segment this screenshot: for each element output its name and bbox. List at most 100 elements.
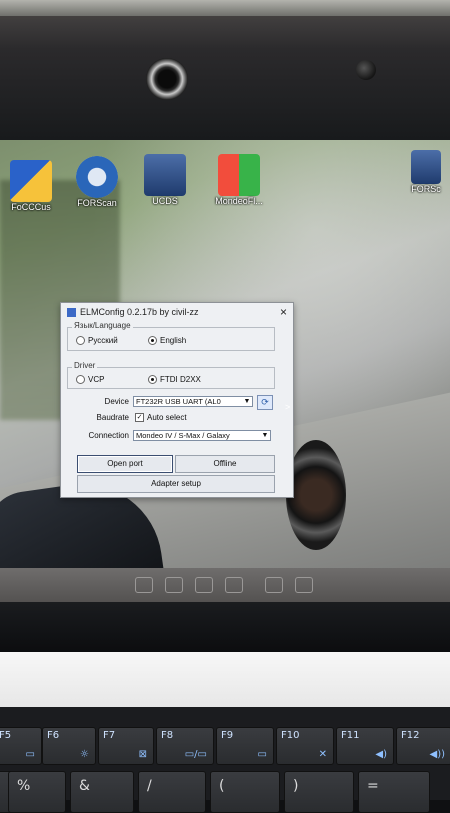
key-label: F8 xyxy=(161,730,174,741)
key-f12[interactable]: F12 ◀)) xyxy=(396,727,450,765)
key-f11[interactable]: F11 ◀) xyxy=(336,727,394,765)
open-port-button[interactable]: Open port xyxy=(77,455,173,473)
key-icon: ▭ xyxy=(257,749,267,760)
radio-ftdi-d2xx[interactable]: FTDI D2XX xyxy=(148,375,201,384)
device-value: FT232R USB UART (AL0 xyxy=(136,397,221,406)
refresh-button[interactable]: ⟳ xyxy=(257,395,273,410)
forscan-icon xyxy=(76,156,118,198)
key-f10[interactable]: F10 ✕ xyxy=(276,727,334,765)
taskbar-app-icon[interactable] xyxy=(265,577,283,593)
taskbar-app-icon[interactable] xyxy=(195,577,213,593)
desktop-icon-forsc[interactable]: FORSc xyxy=(402,150,450,194)
key-label: F7 xyxy=(103,730,116,741)
volume-up-icon: ◀)) xyxy=(429,749,446,760)
close-button[interactable]: × xyxy=(280,305,287,319)
key-close-paren[interactable]: ) xyxy=(284,771,354,813)
chevron-down-icon: ▼ xyxy=(261,432,269,439)
language-group: Язык/Language Русский English xyxy=(67,321,275,351)
auto-select-label: Auto select xyxy=(147,413,187,422)
shield-icon xyxy=(10,160,52,202)
adapter-setup-button[interactable]: Adapter setup xyxy=(77,475,275,493)
key-label: F11 xyxy=(341,730,360,741)
taskbar-app-icon[interactable] xyxy=(165,577,183,593)
window-titlebar[interactable]: ELMConfig 0.2.17b by civil-zz × xyxy=(61,303,293,321)
key-icon: ⊠ xyxy=(138,749,147,760)
key-label: & xyxy=(79,778,90,794)
laptop-bezel xyxy=(0,0,450,140)
key-label: = xyxy=(367,778,379,794)
elmconfig-window: ELMConfig 0.2.17b by civil-zz × Язык/Lan… xyxy=(60,302,294,498)
key-icon: ▭ xyxy=(25,749,35,760)
device-select[interactable]: FT232R USB UART (AL0 ▼ xyxy=(133,396,253,407)
key-f7[interactable]: F7 ⊠ xyxy=(98,727,154,765)
radio-russian[interactable]: Русский xyxy=(76,336,118,345)
camera-sensor xyxy=(356,60,376,80)
keyboard: F5 ▭ F6 ☼ F7 ⊠ F8 ▭/▭ F9 ▭ F10 ✕ F11 ◀) … xyxy=(0,707,450,813)
taskbar-app-icon[interactable] xyxy=(135,577,153,593)
radio-label: FTDI D2XX xyxy=(160,375,201,384)
key-label: ) xyxy=(293,778,299,794)
desktop-icon-label: FORSc xyxy=(411,184,441,194)
key-equals[interactable]: = xyxy=(358,771,430,813)
radio-label: English xyxy=(160,336,187,345)
connection-select[interactable]: Mondeo IV / S-Max / Galaxy ▼ xyxy=(133,430,271,441)
wallpaper-wheel xyxy=(286,440,346,550)
desktop-icon-forscan[interactable]: FORScan xyxy=(62,156,132,208)
connection-label: Connection xyxy=(88,431,129,440)
desktop-icon-label: MondeoFl... xyxy=(215,196,263,206)
key-f9[interactable]: F9 ▭ xyxy=(216,727,274,765)
taskbar-app-icon[interactable] xyxy=(225,577,243,593)
ucds-icon xyxy=(144,154,186,196)
desktop-icon-label: FoCCCus xyxy=(11,202,51,212)
radio-label: Русский xyxy=(88,336,118,345)
desktop-icon-ucds[interactable]: UCDS xyxy=(130,154,200,206)
display-switch-icon: ▭/▭ xyxy=(184,749,207,760)
laptop-hinge xyxy=(0,652,450,707)
forscan-shortcut-icon xyxy=(411,150,441,184)
auto-select-checkbox[interactable]: ✓ Auto select xyxy=(135,413,187,422)
checkbox-check-icon: ✓ xyxy=(135,413,144,422)
key-f5[interactable]: F5 ▭ xyxy=(0,727,42,765)
mute-icon: ✕ xyxy=(318,749,327,760)
refresh-icon: ⟳ xyxy=(261,397,269,407)
key-open-paren[interactable]: ( xyxy=(210,771,280,813)
radio-dot xyxy=(148,375,157,384)
desktop-icon-foccccus[interactable]: FoCCCus xyxy=(0,160,66,212)
connection-value: Mondeo IV / S-Max / Galaxy xyxy=(136,431,230,440)
key-slash[interactable]: / xyxy=(138,771,206,813)
key-f6[interactable]: F6 ☼ xyxy=(42,727,96,765)
key-percent[interactable]: % xyxy=(8,771,66,813)
radio-dot xyxy=(76,375,85,384)
key-label: % xyxy=(17,778,31,794)
key-ampersand[interactable]: & xyxy=(70,771,134,813)
device-label: Device xyxy=(104,397,129,406)
key-label: / xyxy=(147,778,152,794)
app-icon xyxy=(67,307,76,317)
webcam-icon xyxy=(146,58,188,100)
lower-bezel xyxy=(0,602,450,652)
desktop-icon-mondeofl[interactable]: MondeoFl... xyxy=(204,154,274,206)
key-f8[interactable]: F8 ▭/▭ xyxy=(156,727,214,765)
driver-legend: Driver xyxy=(72,361,98,370)
radio-english[interactable]: English xyxy=(148,336,186,345)
key-label: ( xyxy=(219,778,225,794)
window-title: ELMConfig 0.2.17b by civil-zz xyxy=(80,307,199,317)
expand-arrow-icon[interactable]: > xyxy=(285,402,290,412)
key-label: F12 xyxy=(401,730,420,741)
desktop-icon-label: FORScan xyxy=(77,198,117,208)
radio-dot xyxy=(148,336,157,345)
desktop-icon-label: UCDS xyxy=(152,196,178,206)
radio-vcp[interactable]: VCP xyxy=(76,375,104,384)
volume-down-icon: ◀) xyxy=(375,749,387,760)
language-legend: Язык/Language xyxy=(72,321,133,330)
key-label: F5 xyxy=(0,730,12,741)
taskbar-app-icon[interactable] xyxy=(295,577,313,593)
installer-flag-icon xyxy=(218,154,260,196)
driver-group: Driver VCP FTDI D2XX xyxy=(67,361,275,389)
baudrate-label: Baudrate xyxy=(96,413,129,422)
radio-dot xyxy=(76,336,85,345)
brightness-icon: ☼ xyxy=(80,749,89,760)
key-label: F6 xyxy=(47,730,60,741)
radio-label: VCP xyxy=(88,375,105,384)
offline-button[interactable]: Offline xyxy=(175,455,275,473)
